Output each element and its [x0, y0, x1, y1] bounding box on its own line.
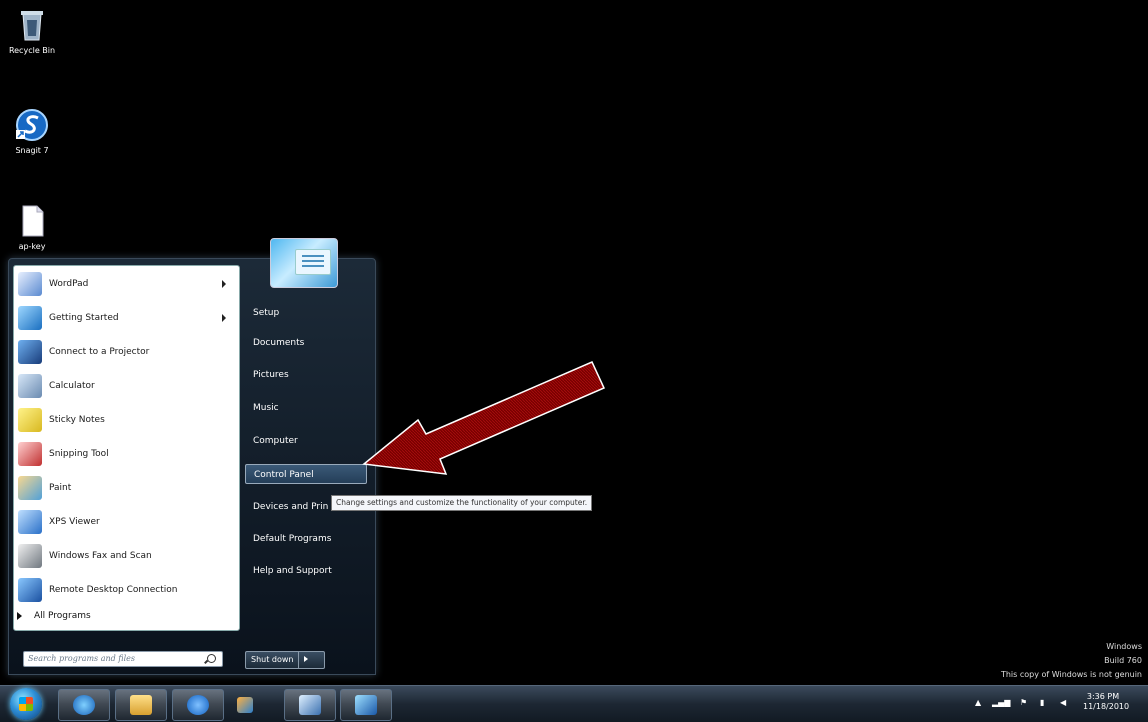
- watermark-line: Windows: [1106, 642, 1142, 651]
- control-panel-picture-icon: [295, 249, 331, 275]
- start-item-xps-viewer[interactable]: XPS Viewer: [18, 507, 234, 537]
- all-programs-button[interactable]: All Programs: [17, 611, 91, 621]
- watermark-line: Build 760: [1104, 656, 1142, 665]
- start-item-label: Sticky Notes: [49, 415, 105, 425]
- start-item-connect-projector[interactable]: Connect to a Projector: [18, 337, 234, 367]
- taskbar-clock[interactable]: 3:36 PM 11/18/2010: [1083, 692, 1130, 712]
- shutdown-button[interactable]: Shut down: [245, 651, 325, 669]
- taskbar-remote-desktop[interactable]: [340, 689, 392, 721]
- snagit-icon: [187, 695, 209, 715]
- taskbar-internet-explorer[interactable]: [58, 689, 110, 721]
- windows-explorer-icon: [130, 695, 152, 715]
- start-right-help-support[interactable]: Help and Support: [245, 561, 367, 581]
- paint-icon: [18, 476, 42, 500]
- user-account-picture[interactable]: [270, 238, 338, 288]
- scissors-icon: [18, 442, 42, 466]
- start-item-getting-started[interactable]: Getting Started: [18, 303, 234, 333]
- start-item-wordpad[interactable]: WordPad: [18, 269, 234, 299]
- watermark-line: This copy of Windows is not genuin: [1000, 670, 1142, 679]
- remote-desktop-icon: [355, 695, 377, 715]
- clock-time: 3:36 PM: [1086, 692, 1120, 701]
- taskbar-control-panel[interactable]: [284, 689, 336, 721]
- start-right-computer[interactable]: Computer: [245, 431, 367, 451]
- start-button[interactable]: [10, 688, 42, 720]
- start-item-label: Getting Started: [49, 313, 119, 323]
- taskbar-media-player[interactable]: [229, 689, 279, 719]
- search-icon[interactable]: [207, 654, 216, 663]
- shutdown-label: Shut down: [246, 652, 300, 668]
- text-file-icon: [15, 204, 49, 238]
- chevron-right-icon: [222, 314, 226, 322]
- calculator-icon: [18, 374, 42, 398]
- chevron-right-icon: [222, 280, 226, 288]
- search-input[interactable]: Search programs and files: [23, 651, 223, 667]
- desktop-icon-label: Snagit 7: [15, 146, 49, 155]
- taskbar-windows-explorer[interactable]: [115, 689, 167, 721]
- start-right-music[interactable]: Music: [245, 398, 367, 418]
- wordpad-icon: [18, 272, 42, 296]
- start-item-remote-desktop[interactable]: Remote Desktop Connection: [18, 575, 234, 605]
- start-right-setup[interactable]: Setup: [245, 303, 367, 323]
- start-item-snipping-tool[interactable]: Snipping Tool: [18, 439, 234, 469]
- desktop-icon-ap-key[interactable]: ap-key: [8, 204, 56, 251]
- projector-icon: [18, 340, 42, 364]
- windows-watermark: Windows Build 760 This copy of Windows i…: [1001, 640, 1142, 682]
- annotation-arrow-icon: [362, 361, 606, 475]
- start-right-control-panel[interactable]: Control Panel: [245, 464, 367, 484]
- recycle-bin-icon: [15, 8, 49, 42]
- internet-explorer-icon: [73, 695, 95, 715]
- show-hidden-icons-icon[interactable]: ▲: [975, 698, 981, 707]
- power-icon[interactable]: ▮: [1040, 698, 1044, 707]
- all-programs-label: All Programs: [34, 611, 91, 621]
- desktop-icon-label: ap-key: [18, 242, 46, 251]
- start-menu-programs-pane: WordPad Getting Started Connect to a Pro…: [13, 265, 240, 631]
- start-item-paint[interactable]: Paint: [18, 473, 234, 503]
- clock-date: 11/18/2010: [1083, 702, 1130, 711]
- start-item-sticky-notes[interactable]: Sticky Notes: [18, 405, 234, 435]
- control-panel-tooltip: Change settings and customize the functi…: [331, 495, 593, 511]
- volume-icon[interactable]: ◀: [1060, 698, 1066, 707]
- fax-icon: [18, 544, 42, 568]
- start-right-documents[interactable]: Documents: [245, 333, 367, 353]
- start-item-label: Snipping Tool: [49, 449, 109, 459]
- getting-started-icon: [18, 306, 42, 330]
- start-item-fax-scan[interactable]: Windows Fax and Scan: [18, 541, 234, 571]
- desktop-icon-label: Recycle Bin: [8, 46, 56, 55]
- chevron-right-icon[interactable]: [304, 656, 309, 662]
- network-icon[interactable]: ▂▄▆: [992, 698, 1010, 707]
- start-right-default-programs[interactable]: Default Programs: [245, 529, 367, 549]
- start-item-label: Paint: [49, 483, 72, 493]
- start-item-label: Calculator: [49, 381, 95, 391]
- snagit-icon: [15, 108, 49, 142]
- control-panel-icon: [299, 695, 321, 715]
- desktop-icon-snagit[interactable]: Snagit 7: [8, 108, 56, 155]
- start-menu: WordPad Getting Started Connect to a Pro…: [8, 258, 376, 675]
- start-item-label: XPS Viewer: [49, 517, 100, 527]
- action-center-flag-icon[interactable]: ⚑: [1020, 698, 1027, 707]
- taskbar-snagit[interactable]: [172, 689, 224, 721]
- sticky-notes-icon: [18, 408, 42, 432]
- remote-desktop-icon: [18, 578, 42, 602]
- start-item-calculator[interactable]: Calculator: [18, 371, 234, 401]
- media-player-icon: [237, 697, 253, 713]
- start-item-label: Remote Desktop Connection: [49, 585, 178, 595]
- start-item-label: WordPad: [49, 279, 89, 289]
- start-item-label: Connect to a Projector: [49, 347, 150, 357]
- start-right-pictures[interactable]: Pictures: [245, 365, 367, 385]
- desktop-icon-recycle-bin[interactable]: Recycle Bin: [8, 8, 56, 55]
- taskbar: ▲ ▂▄▆ ⚑ ▮ ◀: [0, 685, 1148, 722]
- triangle-right-icon: [17, 612, 22, 620]
- start-item-label: Windows Fax and Scan: [49, 551, 152, 561]
- xps-viewer-icon: [18, 510, 42, 534]
